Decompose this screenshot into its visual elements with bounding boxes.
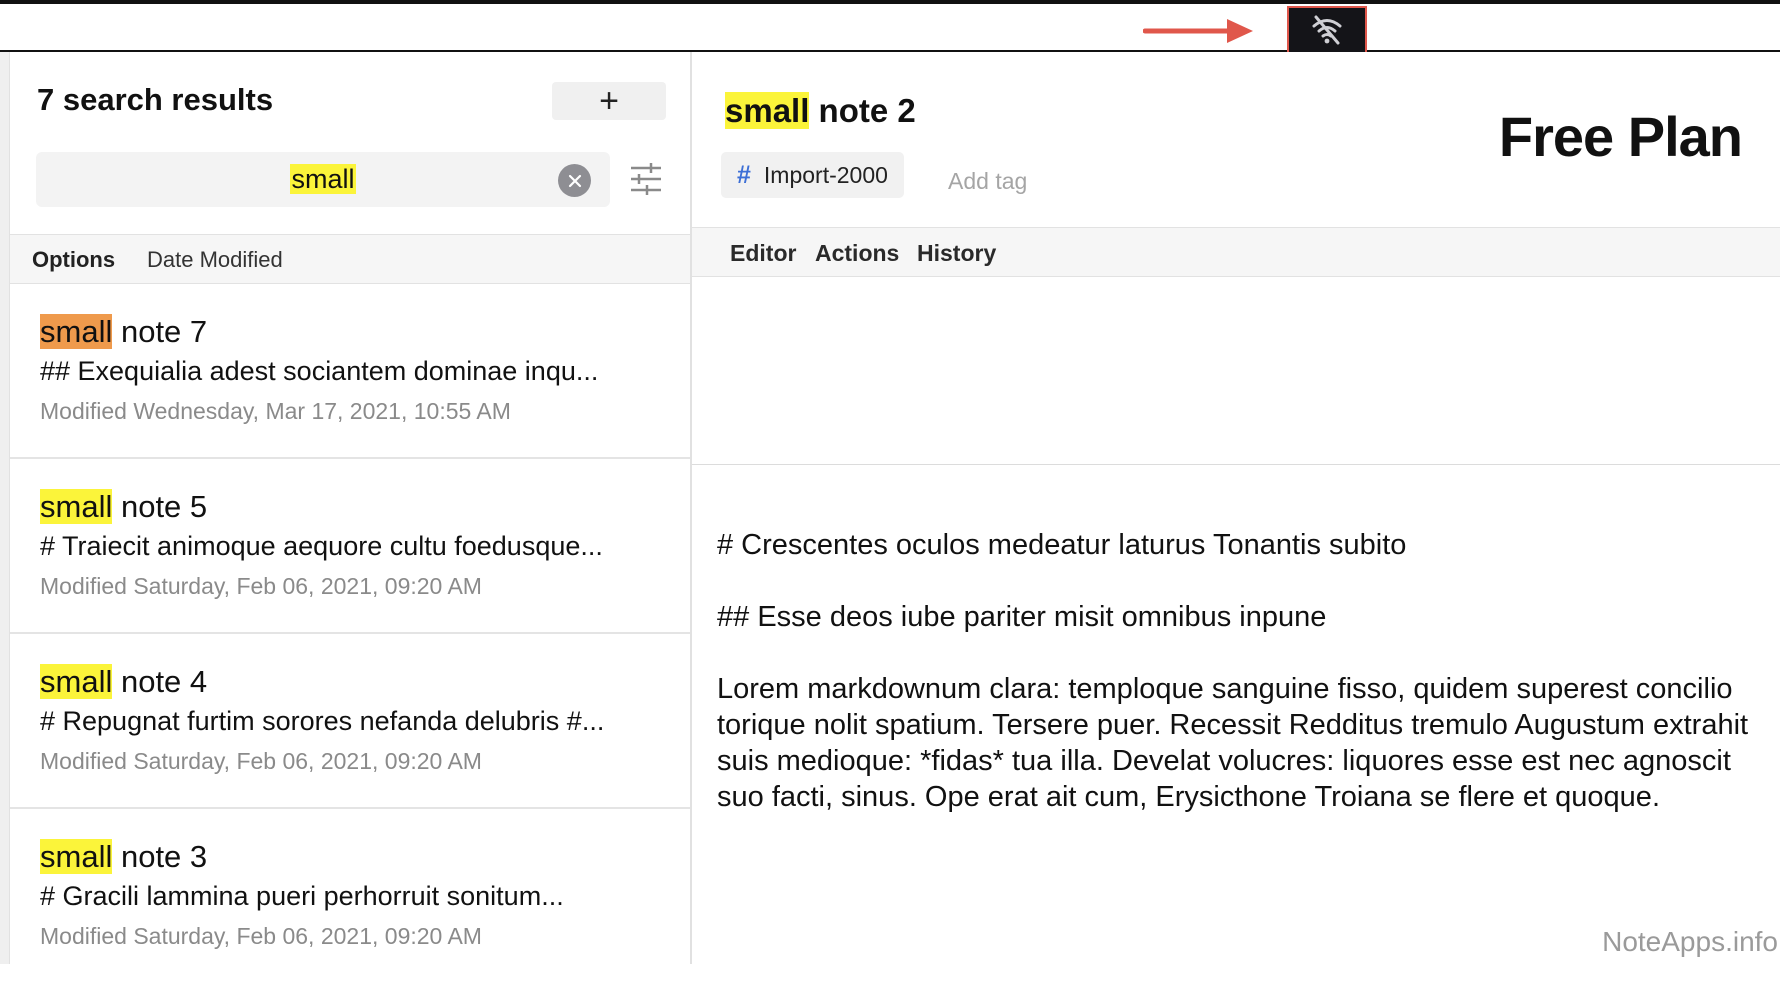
note-item-date: Modified Saturday, Feb 06, 2021, 09:20 A… [40,923,482,949]
sort-value[interactable]: Date Modified [147,247,283,273]
divider [692,464,1780,465]
note-list-item[interactable]: small note 7 ## Exequialia adest sociant… [10,284,690,459]
plan-label: Free Plan [1498,105,1743,168]
note-body[interactable]: # Crescentes oculos medeatur laturus Ton… [717,527,1762,851]
add-tag-input[interactable]: Add tag [948,168,1027,195]
note-item-preview: # Traiecit animoque aequore cultu foedus… [40,531,603,561]
search-input[interactable]: small [290,164,356,194]
search-highlight: small [40,314,113,349]
filter-icon[interactable] [628,162,664,196]
tag-chip[interactable]: # Import-2000 [721,152,904,198]
sort-bar: Options Date Modified [10,234,690,284]
note-item-preview: ## Exequialia adest sociantem dominae in… [40,356,599,386]
note-item-title: small note 4 [40,664,208,699]
watermark: NoteApps.info [1602,926,1778,957]
editor-panel: small note 2 # Import-2000 Add tag Free … [692,52,1780,964]
note-item-date: Modified Saturday, Feb 06, 2021, 09:20 A… [40,748,482,774]
search-highlight: small [40,489,113,524]
body-heading-2: ## Esse deos iube pariter misit omnibus … [717,601,1327,633]
note-list-item[interactable]: small note 3 # Gracili lammina pueri per… [10,809,690,984]
offline-status-button[interactable] [1287,6,1367,54]
body-paragraph: Lorem markdownum clara: temploque sangui… [717,673,1749,813]
search-highlight: small [40,664,113,699]
tab-actions[interactable]: Actions [815,240,899,267]
search-highlight: small [40,839,113,874]
note-item-date: Modified Wednesday, Mar 17, 2021, 10:55 … [40,398,511,424]
search-highlight: small [725,92,810,129]
note-list-item[interactable]: small note 5 # Traiecit animoque aequore… [10,459,690,634]
clear-icon [568,174,581,187]
tab-history[interactable]: History [917,240,996,267]
wifi-off-icon [1312,15,1342,45]
note-item-title: small note 3 [40,839,208,874]
clear-search-button[interactable] [558,164,591,197]
note-item-title: small note 5 [40,489,208,524]
note-title[interactable]: small note 2 [725,92,916,130]
new-note-button[interactable]: + [552,82,666,120]
tab-editor[interactable]: Editor [730,240,796,267]
note-item-preview: # Gracili lammina pueri perhorruit sonit… [40,881,564,911]
note-item-title: small note 7 [40,314,208,349]
note-item-date: Modified Saturday, Feb 06, 2021, 09:20 A… [40,573,482,599]
tag-label: Import-2000 [763,161,888,188]
results-count: 7 search results [37,82,274,117]
note-list-item[interactable]: small note 4 # Repugnat furtim sorores n… [10,634,690,809]
note-list-panel: 7 search results + small Options Date Mo… [0,52,692,964]
hashtag-icon: # [737,160,751,189]
note-list: small note 7 ## Exequialia adest sociant… [10,284,690,984]
search-field[interactable]: small [36,152,610,207]
sidebar-edge [0,52,10,964]
body-heading-1: # Crescentes oculos medeatur laturus Ton… [717,529,1407,561]
note-item-preview: # Repugnat furtim sorores nefanda delubr… [40,706,605,736]
sort-options-button[interactable]: Options [32,247,115,273]
top-toolbar [0,0,1780,54]
annotation-arrow [1143,19,1253,43]
editor-tab-bar: Editor Actions History [692,227,1780,277]
